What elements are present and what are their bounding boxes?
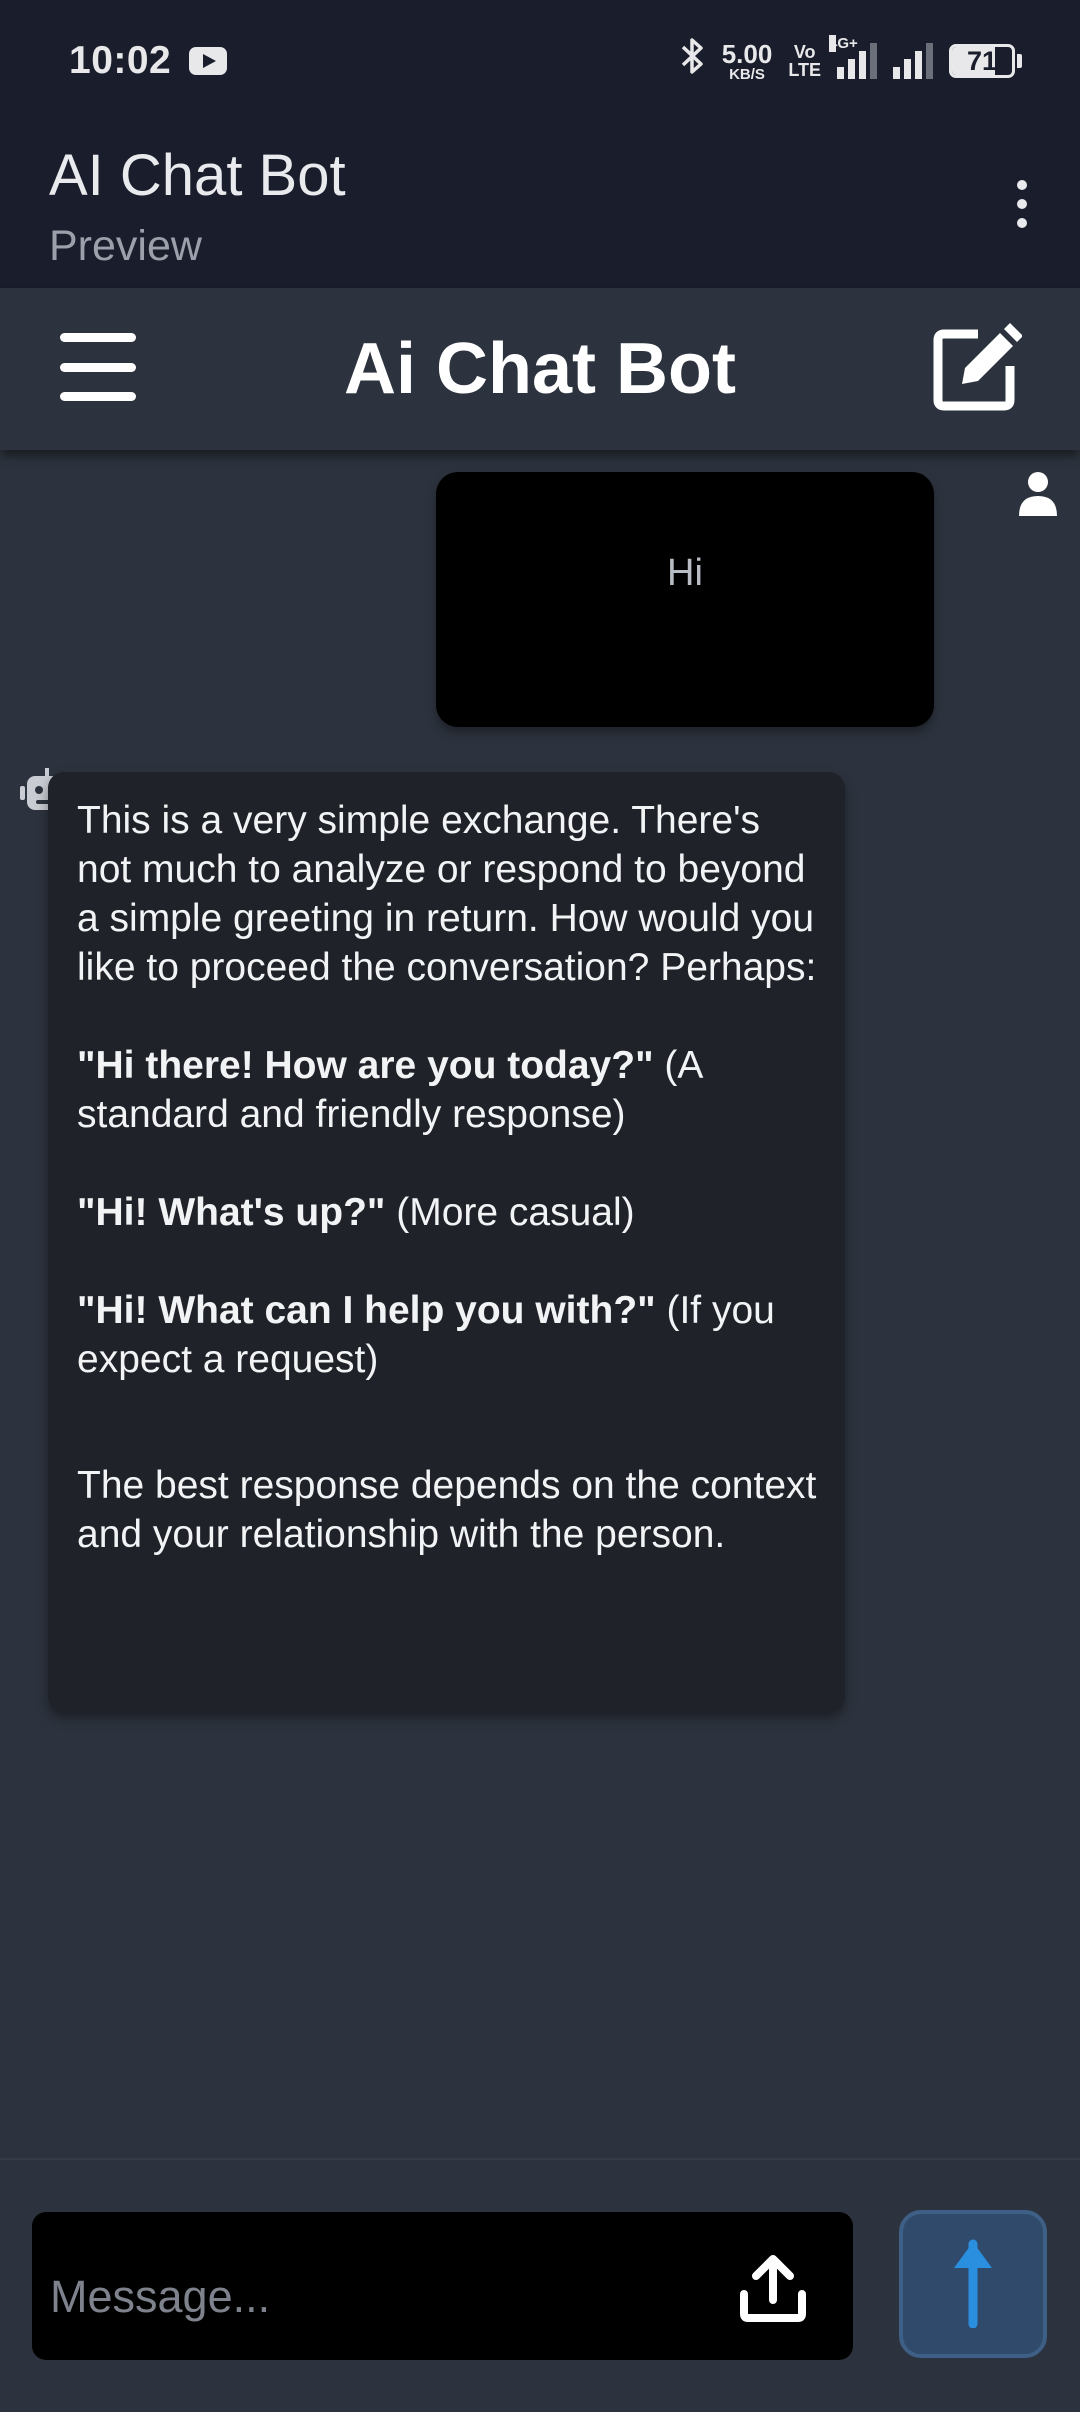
bluetooth-icon (680, 36, 706, 86)
network-speed-value: 5.00 (721, 38, 773, 69)
network-speed: 5.00 KB/S (722, 41, 773, 82)
edit-icon[interactable] (932, 322, 1023, 412)
user-icon (1017, 470, 1059, 516)
bot-message-intro: This is a very simple exchange. There's … (77, 799, 817, 989)
battery-icon: 71 (949, 44, 1022, 78)
bot-option-note: (More casual) (385, 1191, 635, 1234)
bot-option-quote: "Hi! What can I help you with?" (77, 1289, 656, 1332)
preview-header: AI Chat Bot Preview (0, 122, 1080, 288)
volte-top: Vo (793, 42, 816, 62)
more-options-icon[interactable] (1002, 174, 1042, 234)
status-bar: 10:02 5.00 KB/S Vo LTE 4G+ 71 (0, 0, 1080, 122)
bot-message-conclusion: The best response depends on the context… (77, 1464, 817, 1556)
battery-tip (1017, 54, 1022, 68)
volte-indicator: Vo LTE (788, 43, 821, 79)
status-time: 10:02 (69, 39, 172, 82)
user-message-bubble: Hi (436, 472, 934, 727)
network-type: 4G+ (829, 35, 858, 52)
app-title: Ai Chat Bot (344, 329, 736, 409)
network-speed-unit: KB/S (729, 65, 765, 83)
app-bar: Ai Chat Bot (0, 288, 1080, 450)
bot-option-1: "Hi there! How are you today?" (A standa… (77, 1041, 817, 1139)
arrow-up-icon (948, 2236, 998, 2333)
battery-level: 71 (966, 45, 998, 76)
youtube-notification-icon (189, 47, 228, 75)
bot-option-quote: "Hi there! How are you today?" (77, 1044, 654, 1087)
preview-title: AI Chat Bot (49, 143, 346, 208)
user-message-text: Hi (667, 552, 703, 594)
bot-option-quote: "Hi! What's up?" (77, 1191, 386, 1234)
message-composer (0, 2158, 1080, 2412)
upload-icon[interactable] (738, 2252, 808, 2324)
send-button[interactable] (899, 2210, 1047, 2358)
chat-screen: 10:02 5.00 KB/S Vo LTE 4G+ 71 AI Chat Bo… (0, 0, 1080, 2412)
signal-strength-icon-sim1: 4G+ (829, 35, 877, 79)
message-input[interactable] (32, 2212, 853, 2360)
preview-subtitle: Preview (49, 222, 202, 270)
bot-option-2: "Hi! What's up?" (More casual) (77, 1188, 817, 1237)
battery-body: 71 (949, 44, 1015, 78)
status-indicators: 5.00 KB/S Vo LTE 4G+ 71 (680, 35, 1022, 86)
bot-message-bubble: This is a very simple exchange. There's … (48, 772, 845, 1712)
bot-option-3: "Hi! What can I help you with?" (If you … (77, 1286, 817, 1384)
volte-bottom: LTE (788, 60, 821, 80)
signal-strength-icon-sim2 (893, 43, 933, 79)
